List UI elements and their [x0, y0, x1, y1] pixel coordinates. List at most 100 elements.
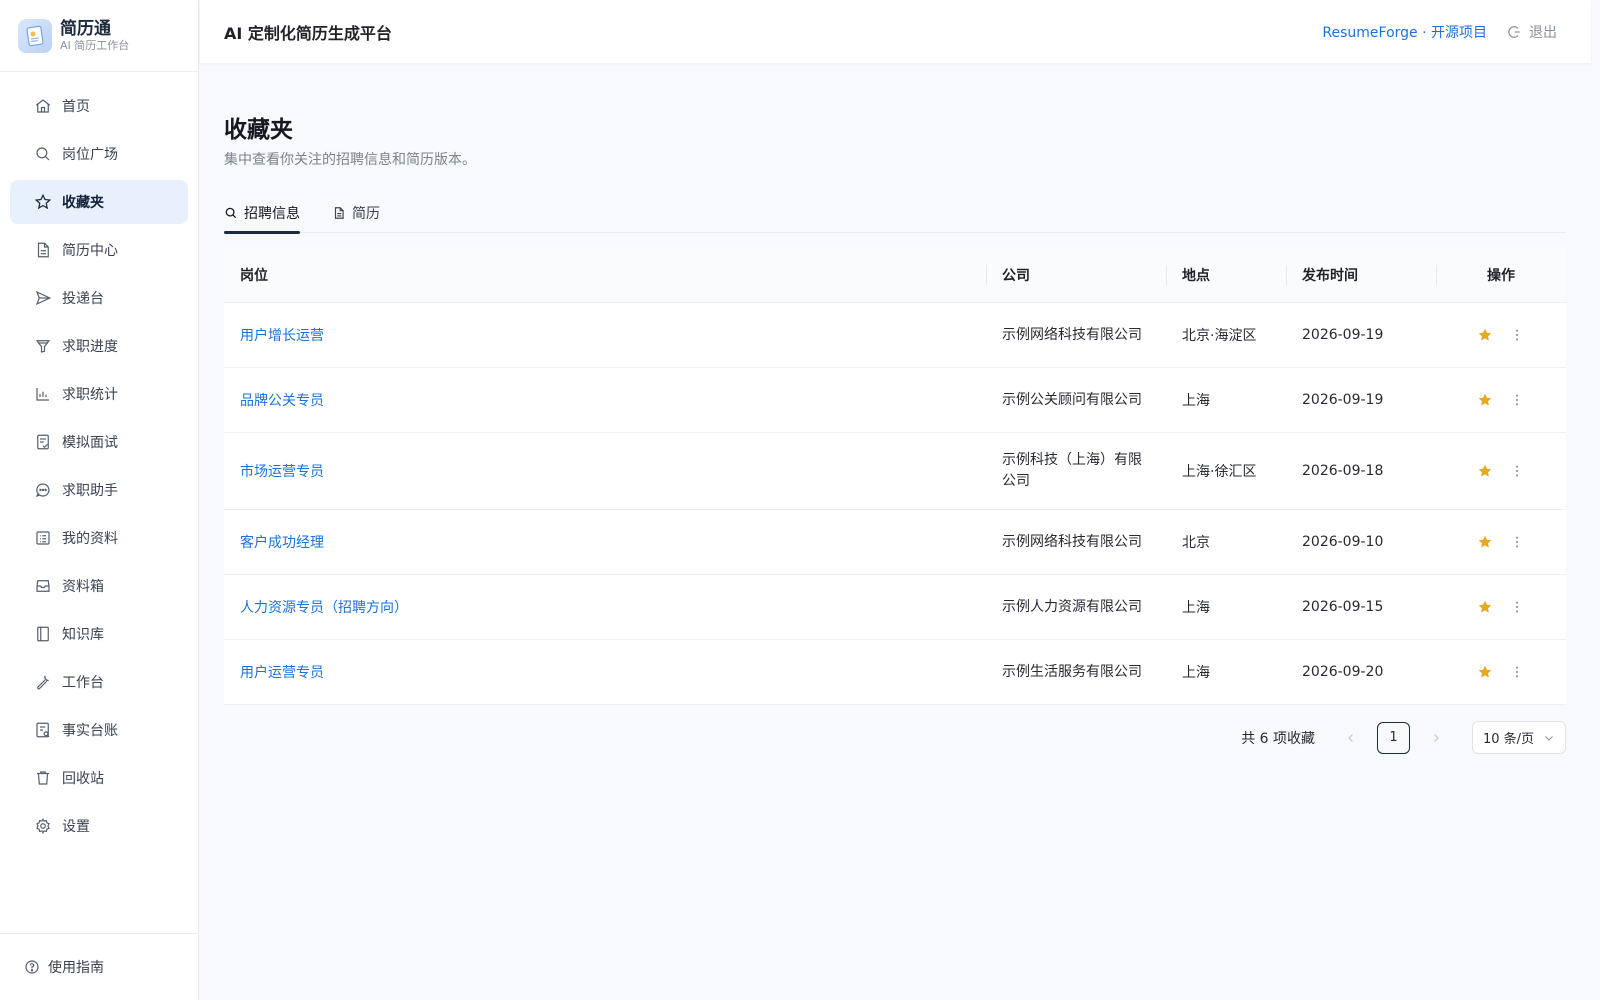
company-cell: 示例公关顾问有限公司: [1002, 391, 1142, 408]
brand-logo-icon: [18, 18, 52, 53]
sidebar-item-label: 首页: [62, 99, 90, 115]
sidebar-item-label: 我的资料: [62, 531, 118, 547]
sidebar-item-label: 岗位广场: [62, 147, 118, 163]
chat-icon: [34, 481, 52, 499]
location-cell: 上海: [1182, 665, 1210, 681]
tab-label: 招聘信息: [244, 206, 300, 222]
sidebar: 简历通 AI 简历工作台 首页 岗位广场 收藏夹 简历中心 投递台 求职进度 求…: [0, 0, 199, 1000]
date-cell: 2026-09-10: [1302, 534, 1384, 550]
favorite-star-icon[interactable]: [1477, 392, 1493, 408]
favorite-star-icon[interactable]: [1477, 534, 1493, 550]
sidebar-item-stats[interactable]: 求职统计: [10, 372, 188, 416]
sidebar-item-assistant[interactable]: 求职助手: [10, 468, 188, 512]
chevron-down-icon: [1543, 732, 1555, 744]
sidebar-item-label: 求职助手: [62, 483, 118, 499]
pagination: 共 6 项收藏 1 10 条/页: [224, 721, 1566, 754]
sidebar-item-label: 收藏夹: [62, 195, 104, 211]
sidebar-item-ledger[interactable]: 事实台账: [10, 708, 188, 752]
logout-button[interactable]: 退出: [1507, 22, 1557, 42]
project-link[interactable]: ResumeForge · 开源项目: [1322, 22, 1487, 42]
sidebar-item-submissions[interactable]: 投递台: [10, 276, 188, 320]
job-title-link[interactable]: 品牌公关专员: [240, 393, 324, 409]
document-icon: [34, 241, 52, 259]
home-icon: [34, 97, 52, 115]
more-vertical-icon[interactable]: [1509, 534, 1525, 550]
pagination-total: 共 6 项收藏: [1241, 730, 1315, 747]
company-cell: 示例生活服务有限公司: [1002, 663, 1142, 680]
table-row: 品牌公关专员 示例公关顾问有限公司 上海 2026-09-19: [224, 368, 1566, 433]
job-title-link[interactable]: 用户运营专员: [240, 665, 324, 681]
prev-page-button[interactable]: [1339, 726, 1363, 750]
column-header-actions: 操作: [1436, 264, 1566, 285]
sidebar-item-favorites[interactable]: 收藏夹: [10, 180, 188, 224]
column-header-location: 地点: [1166, 264, 1286, 285]
favorite-star-icon[interactable]: [1477, 664, 1493, 680]
search-icon: [224, 206, 238, 220]
star-icon: [34, 193, 52, 211]
tab-job-postings[interactable]: 招聘信息: [224, 193, 300, 234]
favorite-star-icon[interactable]: [1477, 327, 1493, 343]
table-row: 用户运营专员 示例生活服务有限公司 上海 2026-09-20: [224, 640, 1566, 705]
favorite-star-icon[interactable]: [1477, 463, 1493, 479]
brand-subtitle: AI 简历工作台: [60, 38, 130, 52]
sidebar-item-mock-interview[interactable]: 模拟面试: [10, 420, 188, 464]
next-page-button[interactable]: [1424, 726, 1448, 750]
tabs: 招聘信息 简历: [224, 193, 1566, 234]
sidebar-item-materials[interactable]: 资料箱: [10, 564, 188, 608]
company-cell: 示例人力资源有限公司: [1002, 598, 1142, 615]
more-vertical-icon[interactable]: [1509, 392, 1525, 408]
sidebar-item-label: 资料箱: [62, 579, 104, 595]
document-icon: [332, 206, 346, 220]
location-cell: 北京·海淀区: [1182, 328, 1257, 344]
table-row: 市场运营专员 示例科技（上海）有限公司 上海·徐汇区 2026-09-18: [224, 433, 1566, 510]
brand[interactable]: 简历通 AI 简历工作台: [0, 0, 198, 72]
send-icon: [34, 289, 52, 307]
sidebar-item-profile[interactable]: 我的资料: [10, 516, 188, 560]
help-guide-label: 使用指南: [48, 960, 104, 976]
tab-label: 简历: [352, 206, 380, 222]
sidebar-item-jobs[interactable]: 岗位广场: [10, 132, 188, 176]
sidebar-item-workbench[interactable]: 工作台: [10, 660, 188, 704]
tab-resumes[interactable]: 简历: [332, 193, 380, 233]
job-title-link[interactable]: 市场运营专员: [240, 464, 324, 480]
sidebar-item-knowledge[interactable]: 知识库: [10, 612, 188, 656]
page-number-button[interactable]: 1: [1377, 721, 1410, 754]
table-header: 岗位 公司 地点 发布时间 操作: [224, 247, 1566, 303]
more-vertical-icon[interactable]: [1509, 664, 1525, 680]
sidebar-item-settings[interactable]: 设置: [10, 804, 188, 848]
trash-icon: [34, 769, 52, 787]
job-title-link[interactable]: 人力资源专员（招聘方向）: [240, 600, 408, 616]
help-circle-icon: [24, 959, 40, 975]
sidebar-item-label: 投递台: [62, 291, 104, 307]
more-vertical-icon[interactable]: [1509, 463, 1525, 479]
company-cell: 示例网络科技有限公司: [1002, 533, 1142, 550]
favorite-star-icon[interactable]: [1477, 599, 1493, 615]
job-title-link[interactable]: 客户成功经理: [240, 535, 324, 551]
job-title-link[interactable]: 用户增长运营: [240, 328, 324, 344]
column-header-date: 发布时间: [1286, 264, 1436, 285]
gear-icon: [34, 817, 52, 835]
sidebar-item-home[interactable]: 首页: [10, 84, 188, 128]
bar-chart-icon: [34, 385, 52, 403]
sidebar-item-progress[interactable]: 求职进度: [10, 324, 188, 368]
page-size-select[interactable]: 10 条/页: [1472, 721, 1566, 754]
more-vertical-icon[interactable]: [1509, 599, 1525, 615]
sidebar-item-resumes[interactable]: 简历中心: [10, 228, 188, 272]
sidebar-item-label: 事实台账: [62, 723, 118, 739]
sidebar-item-label: 求职统计: [62, 387, 118, 403]
help-guide-link[interactable]: 使用指南: [0, 933, 199, 1000]
logout-icon: [1507, 25, 1521, 39]
inbox-icon: [34, 577, 52, 595]
date-cell: 2026-09-19: [1302, 327, 1384, 343]
sidebar-item-label: 模拟面试: [62, 435, 118, 451]
more-vertical-icon[interactable]: [1509, 327, 1525, 343]
sidebar-item-label: 工作台: [62, 675, 104, 691]
sidebar-item-label: 简历中心: [62, 243, 118, 259]
sidebar-item-trash[interactable]: 回收站: [10, 756, 188, 800]
sidebar-item-label: 知识库: [62, 627, 104, 643]
search-icon: [34, 145, 52, 163]
sidebar-item-label: 求职进度: [62, 339, 118, 355]
column-header-company: 公司: [986, 264, 1166, 285]
page-description: 集中查看你关注的招聘信息和简历版本。: [224, 152, 476, 168]
location-cell: 北京: [1182, 535, 1210, 551]
